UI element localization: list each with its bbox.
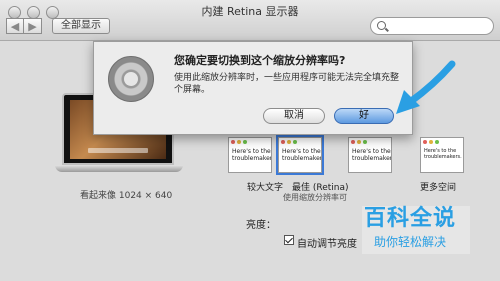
auto-brightness-label: 自动调节亮度 [297, 239, 357, 250]
auto-brightness-checkbox[interactable] [284, 235, 294, 245]
forward-button[interactable]: ▶ [24, 18, 42, 34]
window-titlebar: 内建 Retina 显示器 ◀ ▶ 全部显示 [0, 0, 500, 41]
cancel-button[interactable]: 取消 [263, 108, 325, 124]
confirm-scaled-resolution-dialog: 您确定要切换到这个缩放分辨率吗? 使用此缩放分辨率时，一些应用程序可能无法完全填… [93, 41, 413, 135]
brightness-label: 亮度： [246, 220, 276, 231]
watermark-title: 百科全说 [364, 206, 457, 231]
looks-like-label: 看起来像 1024 × 640 [80, 191, 173, 201]
watermark-logo: 百科全说 助你轻松解决 [362, 196, 482, 264]
ok-button[interactable]: 好 [334, 108, 394, 124]
scale-option-more-space[interactable]: Here's to the troublemakers. [420, 137, 464, 173]
dialog-message: 使用此缩放分辨率时，一些应用程序可能无法完全填充整个屏幕。 [174, 73, 400, 95]
thumb-text: Here's to the troublemakers. [282, 148, 322, 162]
thumb-text: Here's to the troublemakers. [424, 148, 462, 160]
show-all-button[interactable]: 全部显示 [52, 18, 110, 34]
back-button[interactable]: ◀ [6, 18, 24, 34]
scaled-resolution-note: 使用缩放分辨率可 [283, 193, 347, 202]
nav-buttons: ◀ ▶ [6, 18, 42, 34]
pointer-arrow-icon [396, 60, 456, 114]
gear-icon [108, 56, 154, 102]
window-dots-icon [281, 140, 297, 144]
search-field[interactable] [370, 17, 494, 35]
laptop-dock [88, 148, 148, 153]
watermark-subtitle: 助你轻松解决 [374, 235, 447, 249]
search-icon [377, 21, 386, 30]
window-dots-icon [423, 140, 439, 144]
scale-option-larger-text[interactable]: Here's to the troublemakers. [228, 137, 272, 173]
scale-option-best-retina[interactable]: Here's to the troublemakers. [276, 135, 324, 175]
window-dots-icon [351, 140, 367, 144]
thumb-text: Here's to the troublemakers. [352, 148, 392, 162]
thumb-text: Here's to the troublemakers. [232, 148, 272, 162]
arrow-shaft [406, 60, 456, 106]
scale-options: Here's to the troublemakers. Here's to t… [224, 135, 484, 177]
scale-label-more-space: 更多空间 [420, 183, 457, 193]
scale-option-3[interactable]: Here's to the troublemakers. [348, 137, 392, 173]
laptop-base [55, 165, 183, 172]
scale-label-larger-text: 较大文字 [247, 183, 284, 193]
dialog-title: 您确定要切换到这个缩放分辨率吗? [174, 54, 346, 67]
window-dots-icon [231, 140, 247, 144]
